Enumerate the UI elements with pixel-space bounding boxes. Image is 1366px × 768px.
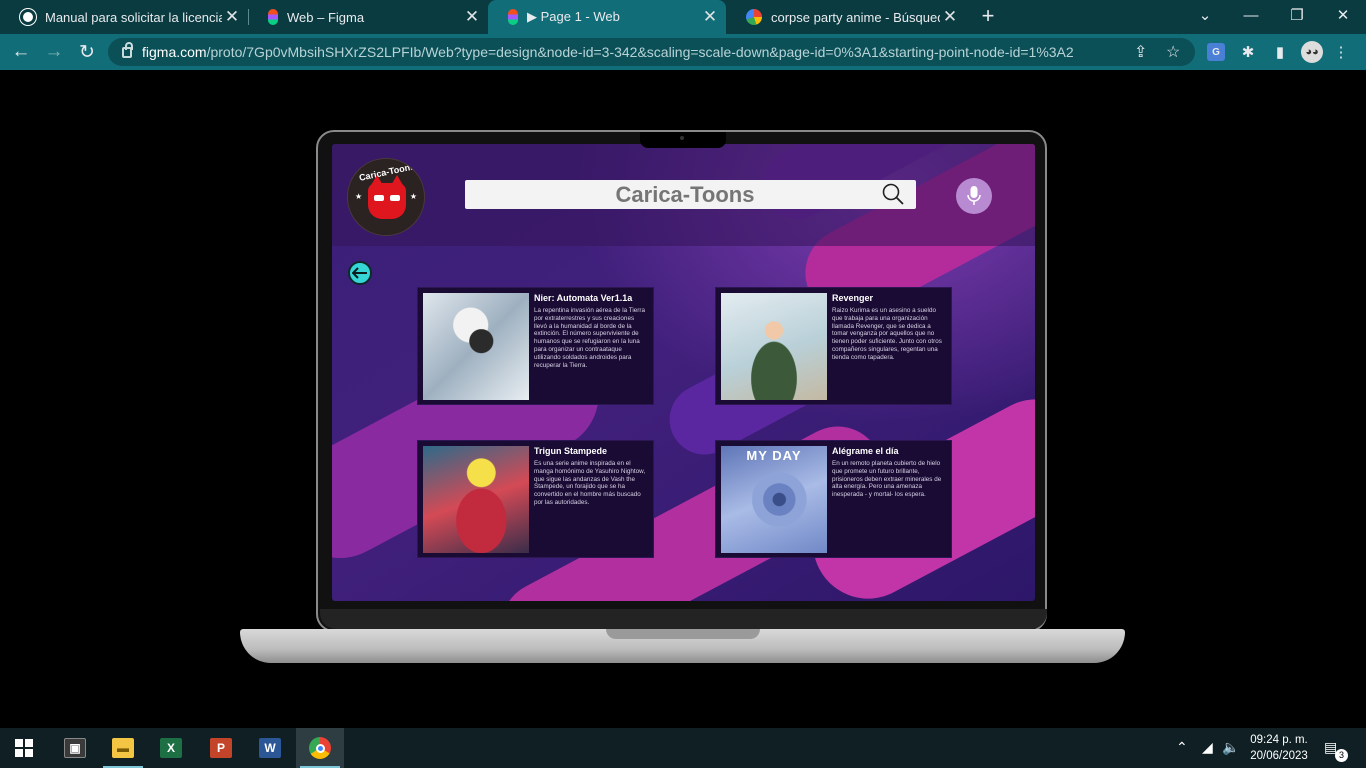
restore-button[interactable]: ❐ — [1274, 0, 1320, 30]
card-description: Raizo Kurima es un asesino a sueldo que … — [832, 307, 942, 361]
word-icon[interactable]: W — [246, 728, 294, 768]
poster-title-text: MY DAY — [746, 448, 802, 463]
excel-icon[interactable]: X — [147, 728, 195, 768]
minimize-button[interactable]: — — [1228, 0, 1274, 30]
anime-card-nier[interactable]: Nier: Automata Ver1.1a La repentina inva… — [417, 287, 654, 405]
microphone-button[interactable] — [956, 178, 992, 214]
tab-search-chevron-icon[interactable]: ⌄ — [1182, 0, 1228, 30]
tab-page1-web[interactable]: ▶ Page 1 - Web ✕ — [488, 0, 726, 34]
back-arrow-icon[interactable]: ← — [8, 39, 34, 65]
my-day-poster[interactable]: MY DAY — [721, 446, 827, 553]
volume-icon[interactable]: 🔈 — [1222, 739, 1239, 756]
red-mask-icon — [368, 175, 406, 219]
app-screen: Carica-Toons ★ ★ Carica-Toons Nier: Auto… — [332, 144, 1035, 601]
close-window-button[interactable]: ✕ — [1320, 0, 1366, 30]
nier-automata-poster[interactable] — [423, 293, 529, 400]
browser-tab-strip: Manual para solicitar la licencia d ✕ We… — [0, 0, 1366, 34]
globe-icon — [20, 9, 36, 25]
forward-arrow-icon[interactable]: → — [41, 39, 67, 65]
laptop-bezel-bottom — [320, 609, 1047, 629]
card-description: La repentina invasión aérea de la Tierra… — [534, 307, 645, 369]
notification-badge: 3 — [1335, 749, 1348, 762]
search-icon[interactable] — [882, 183, 904, 205]
search-input[interactable] — [465, 180, 865, 209]
clock-date: 20/06/2023 — [1250, 750, 1308, 762]
card-title: Trigun Stampede — [534, 446, 608, 456]
windows-taskbar: ▣ ▬ X P W ⌃ ◢ 🔈 09:24 p. m. 20/06/2023 ▤… — [0, 728, 1366, 768]
star-icon: ★ — [409, 192, 417, 201]
trigun-stampede-poster[interactable] — [423, 446, 529, 553]
microphone-icon — [967, 186, 981, 205]
anime-card-trigun[interactable]: Trigun Stampede Es una serie anime inspi… — [417, 440, 654, 558]
close-icon[interactable]: ✕ — [462, 7, 482, 27]
card-title: Alégrame el día — [832, 446, 899, 456]
prototype-viewport: Carica-Toons ★ ★ Carica-Toons Nier: Auto… — [0, 70, 1366, 728]
logo-text: Carica-Toons — [358, 161, 416, 183]
tab-title: Manual para solicitar la licencia d — [45, 9, 222, 25]
tab-title: corpse party anime - Búsqueda d — [771, 9, 940, 25]
revenger-poster[interactable] — [721, 293, 827, 400]
laptop-base — [240, 629, 1125, 663]
tray-chevron-up-icon[interactable]: ⌃ — [1176, 739, 1188, 756]
side-panel-icon[interactable]: ▮ — [1271, 43, 1289, 61]
laptop-notch — [640, 132, 726, 148]
windows-start-icon[interactable] — [0, 728, 48, 768]
back-button[interactable] — [348, 261, 372, 285]
share-icon[interactable]: ⇪ — [1134, 42, 1147, 62]
bookmark-star-icon[interactable]: ☆ — [1166, 42, 1180, 62]
laptop-mockup: Carica-Toons ★ ★ Carica-Toons Nier: Auto… — [316, 130, 1047, 632]
file-explorer-icon[interactable]: ▬ — [99, 728, 147, 768]
card-description: En un remoto planeta cubierto de hielo q… — [832, 460, 942, 499]
close-icon[interactable]: ✕ — [222, 7, 242, 27]
reload-icon[interactable]: ↻ — [74, 39, 100, 65]
left-arrow-icon — [352, 267, 367, 279]
new-tab-button[interactable]: + — [978, 5, 998, 28]
tab-title: ▶ Page 1 - Web — [527, 9, 620, 24]
card-title: Nier: Automata Ver1.1a — [534, 293, 633, 303]
star-icon: ★ — [355, 192, 363, 201]
tab-title: Web – Figma — [287, 9, 365, 25]
system-clock[interactable]: 09:24 p. m. 20/06/2023 — [1244, 732, 1314, 764]
tab-google-search[interactable]: corpse party anime - Búsqueda d ✕ — [726, 0, 966, 34]
anime-card-alegrame[interactable]: MY DAY Alégrame el día En un remoto plan… — [715, 440, 952, 558]
app-header: Carica-Toons ★ ★ — [332, 144, 1035, 246]
address-bar[interactable]: figma.com/proto/7Gp0vMbsihSHXrZS2LPFIb/W… — [108, 38, 1195, 66]
tab-web-figma[interactable]: Web – Figma ✕ — [248, 0, 488, 34]
search-bar[interactable] — [465, 180, 916, 209]
browser-toolbar: ← → ↻ figma.com/proto/7Gp0vMbsihSHXrZS2L… — [0, 34, 1366, 70]
card-title: Revenger — [832, 293, 874, 303]
card-description: Es una serie anime inspirada en el manga… — [534, 460, 646, 506]
figma-icon — [268, 9, 278, 25]
google-icon — [746, 9, 762, 25]
clock-time: 09:24 p. m. — [1250, 734, 1308, 746]
lock-icon[interactable] — [122, 41, 133, 58]
extensions-puzzle-icon[interactable]: ✱ — [1239, 43, 1257, 61]
carica-toons-logo[interactable]: Carica-Toons ★ ★ — [347, 158, 425, 236]
chrome-icon[interactable] — [296, 728, 344, 768]
url-path: /proto/7Gp0vMbsihSHXrZS2LPFIb/Web?type=d… — [206, 44, 1074, 60]
translate-extension-icon[interactable]: G — [1207, 43, 1225, 61]
close-icon[interactable]: ✕ — [700, 7, 720, 27]
figma-icon — [508, 9, 518, 25]
anime-card-revenger[interactable]: Revenger Raizo Kurima es un asesino a su… — [715, 287, 952, 405]
close-icon[interactable]: ✕ — [940, 7, 960, 27]
windows-logo-icon — [15, 739, 33, 757]
url-host: figma.com — [142, 44, 207, 60]
network-icon[interactable]: ◢ — [1202, 739, 1213, 756]
laptop-groove — [606, 629, 760, 639]
tab-manual[interactable]: Manual para solicitar la licencia d ✕ — [0, 0, 248, 34]
powerpoint-icon[interactable]: P — [197, 728, 245, 768]
menu-kebab-icon[interactable]: ⋮ — [1332, 43, 1350, 61]
profile-avatar[interactable]: ◕◕ — [1301, 41, 1323, 63]
snipping-tool-icon[interactable]: ▣ — [51, 728, 99, 768]
